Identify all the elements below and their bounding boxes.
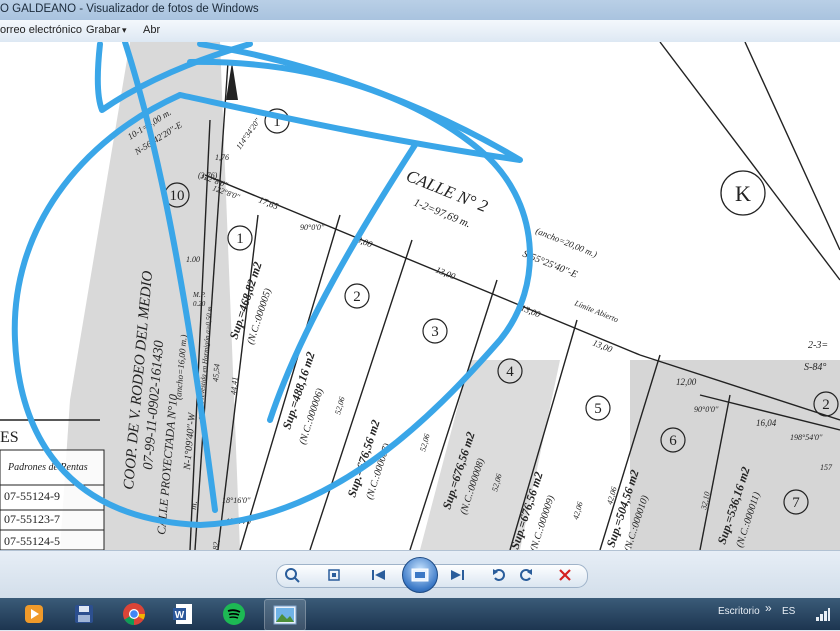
angle-90b: 90°0'0'' [694, 405, 719, 414]
right-dim: 2-3= [808, 340, 828, 351]
network-icon[interactable] [808, 599, 838, 629]
side-5206a: 52,06 [333, 396, 346, 416]
street-width: (ancho=20,00 m.) [534, 226, 598, 260]
language-indicator[interactable]: ES [782, 606, 795, 617]
dim-1604: 16,04 [756, 418, 777, 428]
side-5206b: 52,06 [418, 433, 431, 453]
table-row-1: 07-55124-9 [4, 489, 60, 503]
table-row-2: 07-55123-7 [4, 512, 60, 526]
chrome-icon[interactable] [114, 599, 154, 629]
email-menu[interactable]: orreo electrónico [0, 24, 82, 36]
lot-line-c [309, 239, 413, 550]
side-82: 82, [211, 539, 221, 550]
dim-1300b: 13,00 [434, 265, 457, 282]
right-bearing: S-84° [804, 362, 826, 373]
lot-number-3: 3 [431, 324, 439, 340]
delete-icon[interactable] [554, 564, 576, 586]
record-chevron-icon[interactable]: ▾ [122, 25, 127, 36]
next-icon[interactable] [446, 564, 468, 586]
spotify-icon[interactable] [214, 599, 254, 629]
lot-number-5: 5 [594, 401, 602, 417]
table-row-3: 07-55124-5 [4, 534, 60, 548]
viewer-controls [0, 550, 840, 599]
dim-1765: 17,65 [257, 195, 280, 212]
table-header: Padrones de Rentas [7, 462, 88, 473]
dim-1300d: 13,00 [591, 338, 614, 355]
magnifier-icon[interactable] [278, 564, 308, 586]
slideshow-icon[interactable] [402, 557, 438, 593]
open-menu[interactable]: Abr [143, 24, 160, 36]
mp-label: M.P. [192, 291, 206, 299]
previous-icon[interactable] [368, 564, 390, 586]
lot-k-line2 [744, 42, 840, 251]
window-title: O GALDEANO - Visualizador de fotos de Wi… [0, 3, 259, 15]
lot-number-2: 2 [353, 289, 361, 305]
record-menu[interactable]: Grabar [86, 24, 120, 36]
table-letters: ES [0, 429, 19, 446]
lot-number-7: 7 [792, 495, 800, 511]
lot-number-10: 10 [170, 188, 185, 204]
mp-value: 0.20 [193, 300, 206, 308]
menu-toolbar: orreo electrónico Grabar ▾ Abr [0, 20, 840, 43]
photo-canvas: K 1 10 1 2 3 4 5 6 7 2 CALLE N° 2 1-2=97… [0, 42, 840, 550]
side-4206a: 42,06 [571, 501, 584, 521]
lot-number-6: 6 [669, 433, 677, 449]
angle-114: 114°34'20'' [234, 116, 262, 151]
tray-chevron-icon[interactable]: » [765, 601, 772, 615]
limite-label: Límite Abierto [572, 298, 619, 324]
lot-number-2-right: 2 [822, 397, 830, 413]
angle-90a: 90°0'0'' [300, 223, 325, 232]
dim-1200: 12,00 [676, 377, 697, 387]
lot-k-label: K [735, 181, 751, 206]
rotate-ccw-icon[interactable] [488, 564, 510, 586]
side-4441: 44,41 [229, 376, 240, 395]
media-player-icon[interactable] [14, 599, 54, 629]
angle-198: 198°54'0'' [790, 433, 823, 442]
side-4554: 45,54 [211, 363, 222, 382]
taskbar: W Escritorio » ES [0, 598, 840, 631]
plan-image: K 1 10 1 2 3 4 5 6 7 2 CALLE N° 2 1-2=97… [0, 42, 840, 550]
desktop-label[interactable]: Escritorio [718, 606, 760, 617]
lot-number-4: 4 [506, 364, 514, 380]
page-number: 157 [820, 463, 833, 472]
lot-number-1: 1 [236, 231, 244, 247]
word-icon[interactable]: W [164, 599, 204, 629]
dim-176: 1,76 [215, 153, 229, 162]
photo-viewer-icon[interactable] [264, 599, 306, 631]
fit-window-icon[interactable] [323, 564, 345, 586]
rotate-cw-icon[interactable] [515, 564, 537, 586]
save-disk-icon[interactable] [64, 599, 104, 629]
title-bar: O GALDEANO - Visualizador de fotos de Wi… [0, 0, 840, 20]
lot-k-line [659, 42, 840, 281]
angle-bottom-1: 18°16'0'' [222, 496, 251, 505]
side-m: m. [188, 501, 199, 511]
dim-100: 1.00 [186, 255, 200, 264]
svg-text:W: W [175, 610, 185, 621]
